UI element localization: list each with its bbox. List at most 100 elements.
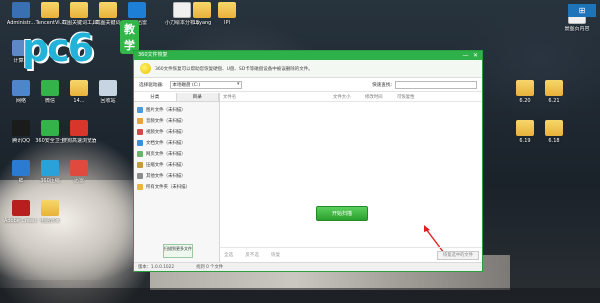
tab-directory[interactable]: 目录	[177, 93, 219, 101]
app-icon	[12, 160, 30, 176]
app-icon	[128, 2, 146, 18]
app-icon	[41, 120, 59, 136]
category-label: 其他文件（未扫描）	[146, 173, 186, 179]
close-button[interactable]: ✕	[472, 52, 479, 59]
file-type-icon	[137, 183, 143, 190]
folder-icon	[218, 2, 236, 18]
file-type-icon	[137, 128, 143, 135]
search-input[interactable]	[395, 80, 477, 89]
status-version: 版本：1.0.0.1022	[138, 265, 175, 270]
taskbar	[0, 288, 600, 303]
drive-label: 选择驱动器:	[139, 82, 164, 88]
desktop-icon-label: 景图页内容	[564, 26, 590, 32]
app-icon	[70, 160, 88, 176]
select-all-link[interactable]: 全选	[224, 252, 233, 258]
minimize-button[interactable]: —	[462, 52, 469, 59]
desktop-icon[interactable]: IPI	[210, 2, 244, 26]
folder-icon	[41, 200, 59, 216]
category-item[interactable]: 其他文件（未扫描）	[137, 170, 219, 181]
status-bar: 版本：1.0.0.1022 找到 0 个文件	[134, 262, 482, 271]
file-type-icon	[137, 139, 143, 146]
watermark-tag: 教学	[120, 20, 139, 54]
app-icon	[41, 160, 59, 176]
invert-select-link[interactable]: 反不选	[245, 252, 259, 258]
category-sidebar: 分类 目录 图片文件（未扫描） 音频文件（未扫描） 视频文件（未扫描） 文档文件（未扫…	[134, 93, 220, 262]
watermark-brand: pc6	[22, 26, 94, 70]
file-type-icon	[137, 106, 143, 113]
window-body: 分类 目录 图片文件（未扫描） 音频文件（未扫描） 视频文件（未扫描） 文档文件（未扫…	[134, 93, 482, 262]
app-description: 360文件恢复可以帮助您恢复硬盘、U盘、SD卡等磁盘设备中被误删除的文件。	[155, 66, 313, 72]
category-label: 网页文件（未扫描）	[146, 151, 186, 157]
category-label: 图片文件（未扫描）	[146, 107, 186, 113]
desktop-icon-label: 电脑管家	[39, 218, 60, 224]
category-item[interactable]: 文档文件（未扫描）	[137, 137, 219, 148]
action-bar: 全选 反不选 恢复 恢复选中的文件	[220, 247, 482, 262]
recover-link[interactable]: 恢复	[271, 252, 280, 258]
desktop-icon[interactable]: 6.21	[537, 80, 571, 104]
app-icon	[12, 200, 30, 216]
column-size[interactable]: 文件大小	[333, 93, 365, 101]
category-label: 音频文件（未扫描）	[146, 118, 186, 124]
column-recoverability[interactable]: 可恢复性	[397, 93, 437, 101]
window-titlebar[interactable]: 360文件恢复 — ✕	[134, 51, 482, 60]
recover-selected-button[interactable]: 恢复选中的文件	[437, 250, 479, 260]
folder-icon	[41, 2, 59, 18]
desktop-icon[interactable]: 电脑管家	[33, 200, 67, 224]
category-label: 所有文件夹（未扫描）	[146, 184, 190, 190]
show-desktop-button[interactable]: ⊞	[568, 4, 596, 17]
window-header: 360文件恢复可以帮助您恢复硬盘、U盘、SD卡等磁盘设备中被误删除的文件。	[134, 60, 482, 78]
app-icon	[12, 80, 30, 96]
file-recovery-window: 360文件恢复 — ✕ 360文件恢复可以帮助您恢复硬盘、U盘、SD卡等磁盘设备…	[133, 50, 483, 272]
category-item[interactable]: 音频文件（未扫描）	[137, 115, 219, 126]
file-list-header: 文件名 文件大小 修改时间 可恢复性	[220, 93, 482, 102]
folder-icon	[545, 80, 563, 96]
folder-icon	[70, 2, 88, 18]
app-icon	[12, 2, 30, 18]
folder-icon	[516, 120, 534, 136]
desktop-icon-label: 6.18	[548, 138, 560, 144]
pc6-watermark: pc6 教学	[22, 20, 139, 70]
desktop-icon[interactable]: 回收站	[91, 80, 125, 104]
drive-select[interactable]: 本地磁盘 (C:)	[169, 80, 242, 89]
deep-scan-button[interactable]: 扫描到更多文件	[163, 244, 193, 258]
app-icon	[41, 80, 59, 96]
desktop-icon[interactable]: 6.18	[537, 120, 571, 144]
folder-icon	[545, 120, 563, 136]
desktop-icon-label: IPI	[224, 20, 230, 26]
folder-icon	[193, 2, 211, 18]
app-icon	[99, 80, 117, 96]
app-icon	[12, 120, 30, 136]
360-logo-icon	[140, 63, 151, 74]
category-label: 视频文件（未扫描）	[146, 129, 186, 135]
desktop-icon[interactable]: 搜狗高速浏览器	[62, 120, 96, 144]
file-type-icon	[137, 150, 143, 157]
category-item[interactable]: 网页文件（未扫描）	[137, 148, 219, 159]
folder-icon	[70, 80, 88, 96]
tab-category[interactable]: 分类	[134, 93, 177, 101]
folder-icon	[516, 80, 534, 96]
file-type-icon	[137, 172, 143, 179]
drive-select-value: 本地磁盘 (C:)	[172, 82, 201, 88]
wallpaper-cat-face	[0, 180, 150, 280]
folder-icon	[99, 2, 117, 18]
category-item[interactable]: 压缩文件（未扫描）	[137, 159, 219, 170]
window-title: 360文件恢复	[138, 52, 168, 58]
start-scan-button[interactable]: 开始扫描	[316, 206, 368, 221]
status-count: 找到 0 个文件	[196, 265, 224, 270]
column-filename[interactable]: 文件名	[223, 93, 333, 101]
file-list-panel: 文件名 文件大小 修改时间 可恢复性 开始扫描 全选 反不选 恢复 恢复选中的文…	[220, 93, 482, 262]
file-type-icon	[137, 117, 143, 124]
category-item[interactable]: 视频文件（未扫描）	[137, 126, 219, 137]
desktop-icon-label: 6.21	[548, 98, 560, 104]
desktop-icon[interactable]: 迅雷	[62, 160, 96, 184]
file-type-icon	[137, 161, 143, 168]
category-item[interactable]: 所有文件夹（未扫描）	[137, 181, 219, 192]
category-item[interactable]: 图片文件（未扫描）	[137, 104, 219, 115]
desktop-icon-label: 迅雷	[73, 178, 84, 184]
category-list: 图片文件（未扫描） 音频文件（未扫描） 视频文件（未扫描） 文档文件（未扫描） 网页文件…	[134, 102, 219, 192]
location-bar: 选择驱动器: 本地磁盘 (C:) 快速查找:	[134, 78, 482, 92]
search-label: 快速查找:	[372, 82, 392, 88]
category-label: 压缩文件（未扫描）	[146, 162, 186, 168]
column-modified[interactable]: 修改时间	[365, 93, 397, 101]
desktop-icon-label: 回收站	[100, 98, 116, 104]
